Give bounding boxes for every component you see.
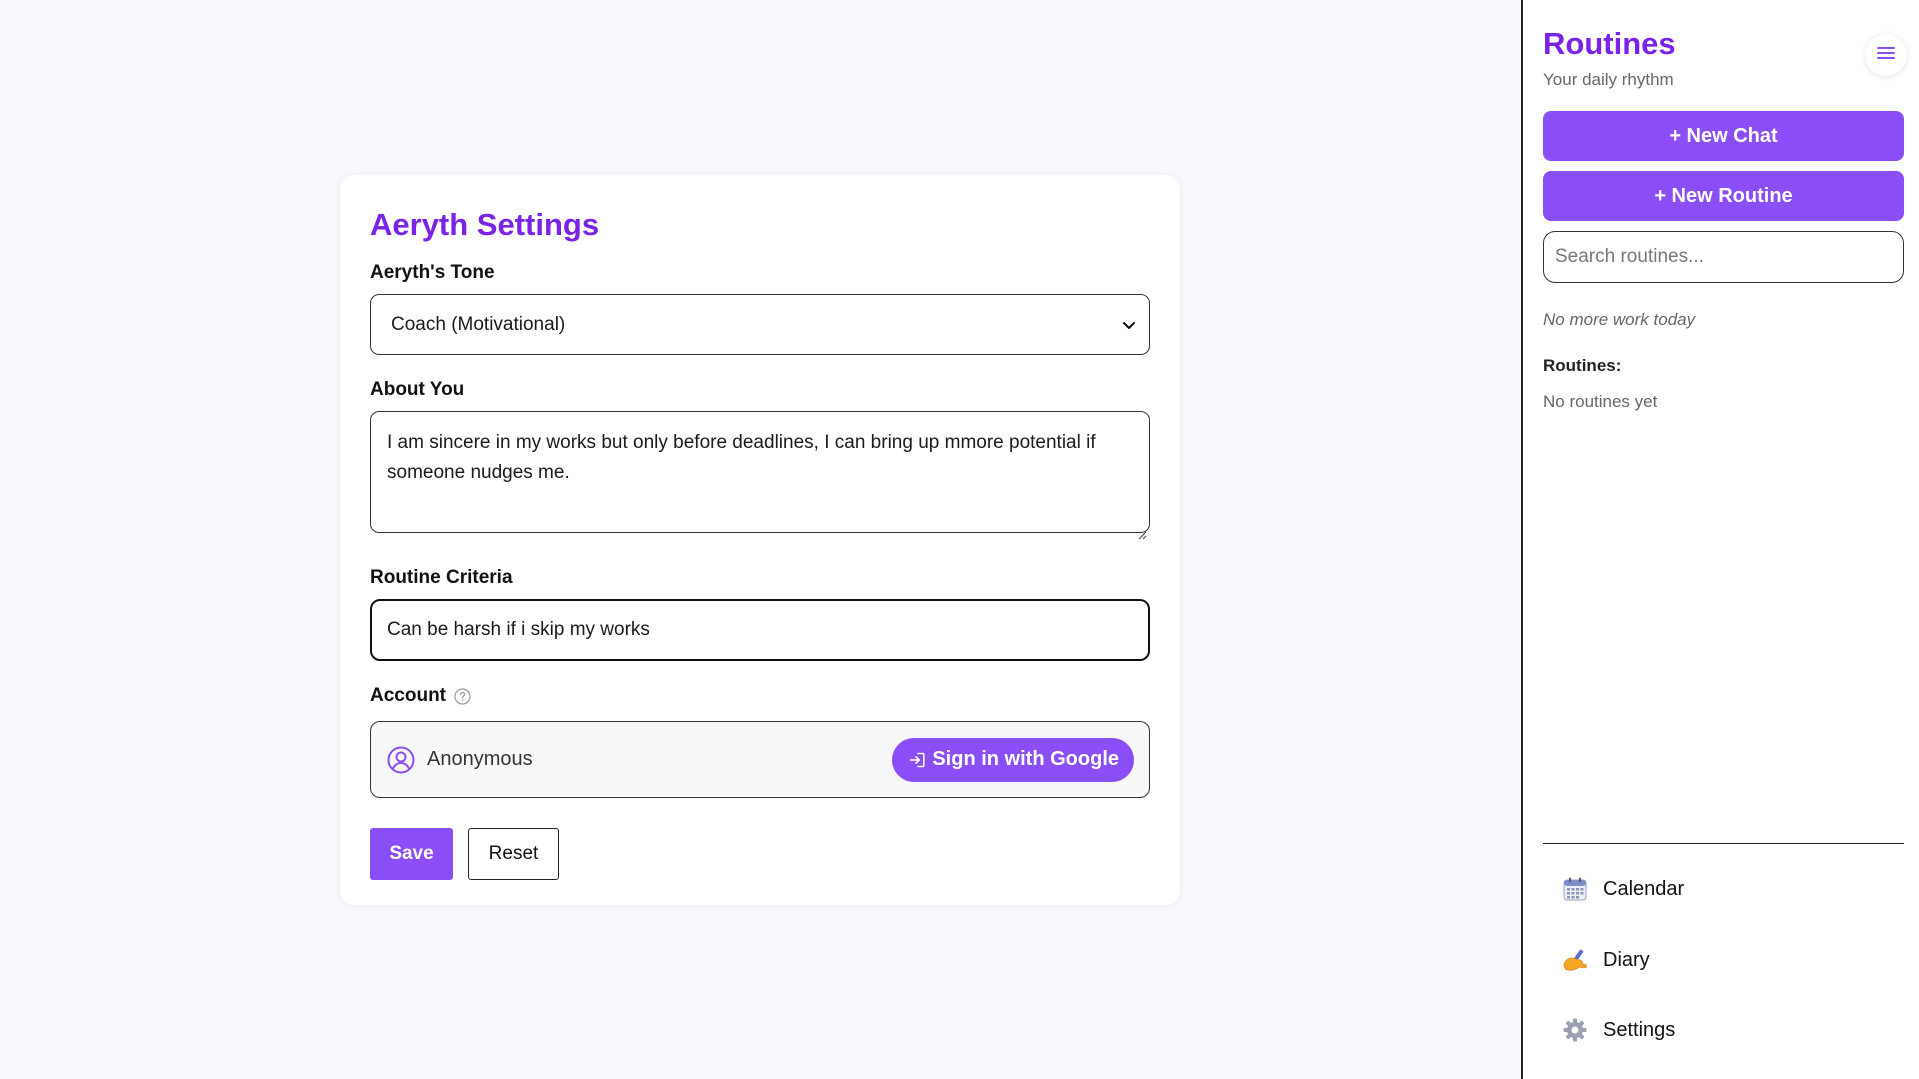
settings-card: Aeryth Settings Aeryth's Tone Coach (Mot… <box>340 175 1180 905</box>
new-chat-button[interactable]: + New Chat <box>1543 111 1904 161</box>
nav-calendar-label: Calendar <box>1603 877 1685 900</box>
form-actions: Save Reset <box>370 828 1150 880</box>
resize-handle-icon[interactable] <box>1137 520 1147 540</box>
account-username: Anonymous <box>427 748 533 770</box>
save-button[interactable]: Save <box>370 828 453 880</box>
settings-title: Aeryth Settings <box>370 207 600 242</box>
criteria-input[interactable]: Can be harsh if i skip my works <box>370 599 1150 661</box>
hamburger-icon <box>1876 45 1896 66</box>
writing-hand-icon <box>1561 946 1589 974</box>
criteria-text: Can be harsh if i skip my works <box>387 619 650 640</box>
user-circle-icon <box>387 746 415 774</box>
new-routine-button[interactable]: + New Routine <box>1543 171 1904 221</box>
about-text: I am sincere in my works but only before… <box>387 432 1096 483</box>
tone-select[interactable]: Coach (Motivational) <box>370 294 1150 355</box>
chevron-down-icon <box>1121 317 1137 333</box>
sign-in-google-button[interactable]: Sign in with Google <box>892 737 1134 782</box>
calendar-icon <box>1561 875 1589 903</box>
account-label: Account <box>370 685 446 706</box>
gear-icon <box>1561 1016 1589 1044</box>
tone-selected-value: Coach (Motivational) <box>391 313 566 335</box>
account-label-row: Account <box>370 685 1150 707</box>
tone-label: Aeryth's Tone <box>370 262 495 283</box>
sign-in-label: Sign in with Google <box>932 748 1119 770</box>
menu-button[interactable] <box>1865 34 1907 76</box>
reset-button[interactable]: Reset <box>468 828 559 880</box>
about-label: About You <box>370 379 465 400</box>
routines-heading: Routines: <box>1543 356 1622 375</box>
account-user: Anonymous <box>387 746 533 774</box>
app-root: Aeryth Settings Aeryth's Tone Coach (Mot… <box>0 0 1919 1079</box>
criteria-label: Routine Criteria <box>370 567 513 588</box>
nav-item-settings[interactable]: Settings <box>1561 1010 1675 1050</box>
nav-item-calendar[interactable]: Calendar <box>1561 869 1684 909</box>
status-text: No more work today <box>1543 310 1696 329</box>
nav-settings-label: Settings <box>1603 1018 1676 1041</box>
sidebar-subtitle: Your daily rhythm <box>1543 70 1674 89</box>
help-icon[interactable] <box>454 687 471 705</box>
about-textarea[interactable]: I am sincere in my works but only before… <box>370 411 1150 540</box>
search-input[interactable] <box>1543 231 1904 283</box>
routines-empty-text: No routines yet <box>1543 392 1658 411</box>
sidebar-title: Routines <box>1543 26 1676 61</box>
sign-in-icon <box>908 751 926 769</box>
sidebar: Routines Your daily rhythm + New Chat + … <box>1521 0 1919 1079</box>
sidebar-divider <box>1543 843 1904 844</box>
nav-diary-label: Diary <box>1603 948 1650 971</box>
nav-item-diary[interactable]: Diary <box>1561 940 1650 980</box>
account-panel: Anonymous Sign in with Google <box>370 721 1150 798</box>
